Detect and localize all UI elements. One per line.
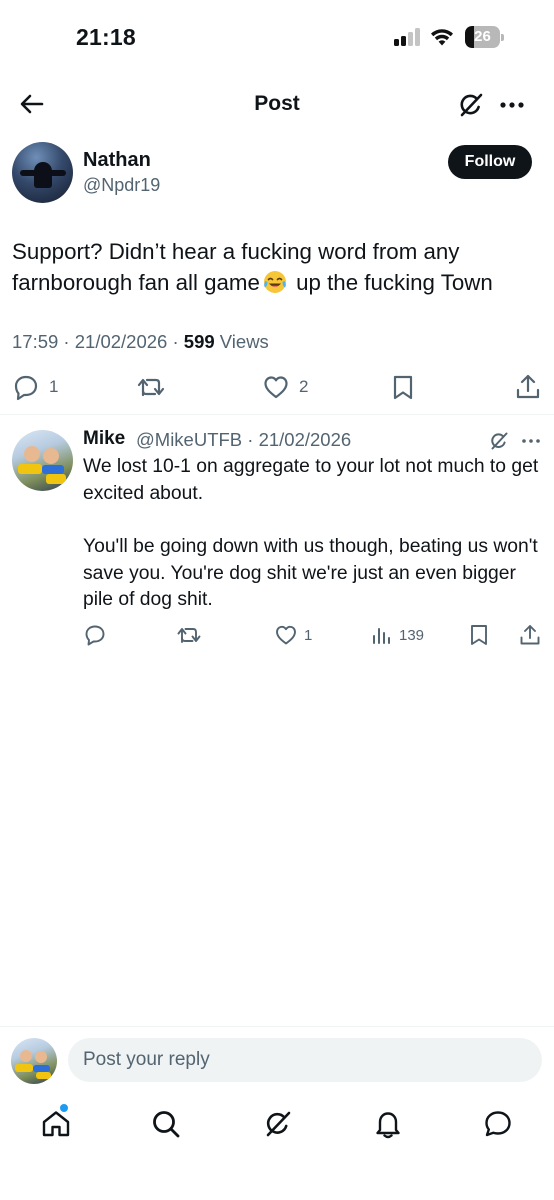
bookmark-icon [393,375,413,400]
reply-like-count: 1 [304,626,313,644]
analytics-icon [373,628,390,644]
reply-author-handle[interactable]: @MikeUTFB · 21/02/2026 [136,429,351,451]
reply-repost-button[interactable] [176,622,202,648]
reply-bookmark-button[interactable] [468,622,490,648]
follow-button[interactable]: Follow [448,145,532,179]
post-actions: 1 2 [0,372,554,404]
messages-icon[interactable] [482,1108,514,1140]
reply-actions: 1 139 [0,622,554,648]
wifi-icon [429,26,455,46]
like-count: 2 [299,377,309,396]
tears-of-joy-emoji-icon [262,269,288,295]
author-handle[interactable]: @Npdr19 [83,175,160,196]
reply-button[interactable]: 1 [12,372,58,402]
search-icon[interactable] [150,1108,182,1140]
top-header: Post [0,78,554,132]
avatar[interactable] [12,142,73,203]
bottom-nav [0,1100,554,1150]
post-timestamp: 17:59 · 21/02/2026 · [12,331,184,352]
more-options-icon[interactable] [498,94,526,116]
repost-icon [137,378,165,397]
reply-views-button[interactable]: 139 [371,622,424,648]
status-time: 21:18 [76,24,136,50]
author-name[interactable]: Nathan [83,149,151,172]
reply-like-button[interactable]: 1 [274,622,312,648]
battery-icon: 26 [465,26,505,48]
bookmark-button[interactable] [390,372,416,402]
views-label[interactable]: Views [215,331,269,352]
home-icon[interactable] [40,1108,72,1140]
reply-icon [85,625,105,646]
bookmark-icon [471,625,487,645]
share-icon [520,625,540,645]
grok-icon[interactable] [456,90,486,120]
repost-button[interactable] [136,372,166,402]
reply-icon [14,375,38,401]
reply-composer [0,1028,554,1092]
home-notification-dot [60,1104,68,1112]
reply-avatar[interactable] [12,430,73,491]
post-text-part2: up the fucking Town [289,270,493,295]
post-text: Support? Didn’t hear a fucking word from… [12,236,542,298]
notifications-icon[interactable] [372,1108,404,1140]
share-icon [516,374,540,399]
reply-reply-button[interactable] [83,622,107,648]
grok-icon[interactable] [262,1108,294,1140]
reply-share-button[interactable] [518,622,542,648]
views-count[interactable]: 599 [184,331,215,352]
divider [0,414,554,415]
post-meta: 17:59 · 21/02/2026 · 599 Views [12,331,269,353]
reply-paragraph-1: We lost 10-1 on aggregate to your lot no… [83,456,539,504]
post-author: Nathan @Npdr19 Follow [0,140,554,206]
battery-level: 26 [474,28,491,45]
more-options-icon[interactable] [520,434,542,448]
reply-author-name[interactable]: Mike [83,428,125,450]
reply-input[interactable] [68,1038,542,1082]
cellular-signal-icon [394,28,422,46]
reply-paragraph-2: You'll be going down with us though, bea… [83,536,538,610]
composer-divider [0,1026,554,1027]
reply-text: We lost 10-1 on aggregate to your lot no… [83,454,545,614]
repost-icon [177,628,201,643]
heart-icon [264,376,288,399]
status-bar: 21:18 26 [0,0,554,74]
reply-views-count: 139 [399,626,425,644]
grok-icon[interactable] [488,430,510,452]
own-avatar[interactable] [11,1038,57,1084]
reply-count: 1 [49,377,59,396]
heart-icon [276,625,296,645]
share-button[interactable] [514,372,542,402]
like-button[interactable]: 2 [262,372,308,402]
